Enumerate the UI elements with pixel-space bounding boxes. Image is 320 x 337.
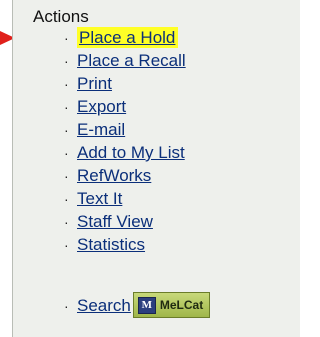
bullet-icon: ·: [64, 76, 69, 92]
list-item: · RefWorks: [64, 165, 186, 188]
list-item: · Place a Hold: [64, 27, 186, 50]
statistics-link[interactable]: Statistics: [77, 235, 145, 254]
bullet-icon: ·: [64, 53, 69, 69]
refworks-link[interactable]: RefWorks: [77, 166, 151, 185]
melcat-logo-icon: M: [137, 297, 156, 314]
list-item: · Export: [64, 96, 186, 119]
melcat-button[interactable]: M MeLCat: [132, 292, 211, 318]
bullet-icon: ·: [64, 99, 69, 115]
list-item: · Text It: [64, 188, 186, 211]
list-item: · Print: [64, 73, 186, 96]
place-recall-link[interactable]: Place a Recall: [77, 51, 186, 70]
list-item: · Staff View: [64, 211, 186, 234]
bullet-icon: ·: [64, 145, 69, 161]
bullet-icon: ·: [64, 191, 69, 207]
staff-view-link[interactable]: Staff View: [77, 212, 153, 231]
bullet-icon: ·: [64, 122, 69, 138]
search-row: · Search M MeLCat: [64, 290, 211, 318]
list-item: · E-mail: [64, 119, 186, 142]
place-hold-link[interactable]: Place a Hold: [77, 27, 179, 48]
print-link[interactable]: Print: [77, 74, 112, 93]
email-link[interactable]: E-mail: [77, 120, 125, 139]
bullet-icon: ·: [64, 298, 69, 314]
bullet-icon: ·: [64, 214, 69, 230]
actions-heading: Actions: [33, 7, 89, 26]
list-item: · Add to My List: [64, 142, 186, 165]
add-to-list-link[interactable]: Add to My List: [77, 143, 185, 162]
bullet-icon: ·: [64, 30, 69, 46]
text-it-link[interactable]: Text It: [77, 189, 122, 208]
bullet-icon: ·: [64, 237, 69, 253]
search-link[interactable]: Search: [77, 296, 131, 315]
export-link[interactable]: Export: [77, 97, 126, 116]
melcat-label: MeLCat: [159, 298, 204, 312]
list-item: · Statistics: [64, 234, 186, 257]
list-item: · Place a Recall: [64, 50, 186, 73]
bullet-icon: ·: [64, 168, 69, 184]
actions-list: · Place a Hold · Place a Recall · Print · Ex…: [64, 27, 186, 257]
